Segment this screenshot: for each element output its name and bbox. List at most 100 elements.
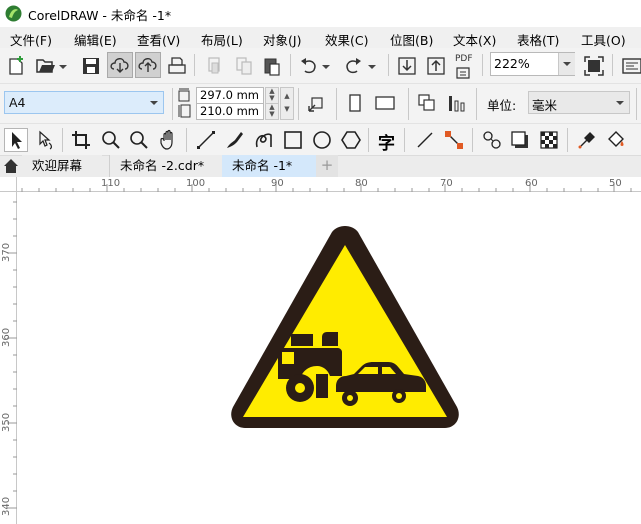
menu-layout[interactable]: 布局(L) <box>201 30 243 49</box>
units-label: 单位: <box>487 98 517 113</box>
ellipse-tool-icon[interactable] <box>311 129 333 151</box>
open-dropdown-icon[interactable] <box>57 55 69 77</box>
publish-pdf-icon[interactable] <box>453 60 475 82</box>
menu-object[interactable]: 对象(J) <box>263 30 301 49</box>
toolbar-separator <box>336 88 337 120</box>
full-screen-preview-icon[interactable] <box>583 55 605 77</box>
toolbar-separator <box>172 88 173 120</box>
paste-icon[interactable] <box>261 55 283 77</box>
page-height-field[interactable]: 210.0 mm <box>196 103 264 120</box>
toolbar-separator <box>482 54 483 76</box>
menu-edit[interactable]: 编辑(E) <box>74 30 117 49</box>
dimension-tool-icon[interactable] <box>414 129 436 151</box>
ruler-label: 340 <box>1 496 12 516</box>
redo-dropdown-icon[interactable] <box>366 55 378 77</box>
menu-table[interactable]: 表格(T) <box>517 30 559 49</box>
open-folder-icon[interactable] <box>35 55 57 77</box>
coreldraw-logo-icon <box>5 5 22 22</box>
transparency-tool-icon[interactable] <box>538 129 560 151</box>
crop-tool-icon[interactable] <box>70 129 92 151</box>
page-size-value: A4 <box>9 95 26 110</box>
zoom-out-tool-icon[interactable] <box>128 129 150 151</box>
page-width-icon <box>178 88 190 102</box>
landscape-orientation-icon[interactable] <box>374 92 396 114</box>
zoom-level-value: 222% <box>494 56 530 71</box>
ruler-label: 90 <box>271 178 284 189</box>
application-launcher-icon[interactable] <box>620 55 641 77</box>
artistic-media-tool-icon[interactable] <box>224 129 246 151</box>
chevron-down-icon <box>563 62 571 66</box>
toolbar-separator <box>298 88 299 120</box>
zoom-tool-icon[interactable] <box>100 129 122 151</box>
connector-tool-icon[interactable] <box>443 129 465 151</box>
menu-file[interactable]: 文件(F) <box>10 30 52 49</box>
warning-sign-drawing[interactable] <box>228 224 462 430</box>
export-icon[interactable] <box>425 55 447 77</box>
text-tool-button[interactable]: 字 <box>378 129 395 154</box>
portrait-orientation-icon[interactable] <box>344 92 366 114</box>
tab-untitled-2[interactable]: 未命名 -2.cdr* <box>109 155 222 177</box>
chevron-down-icon <box>150 101 158 105</box>
width-spinner[interactable]: ▲ ▼ <box>265 87 279 104</box>
ruler-label: 60 <box>525 178 538 189</box>
interactive-fill-tool-icon[interactable] <box>605 129 627 151</box>
undo-dropdown-icon[interactable] <box>320 55 332 77</box>
page-size-spinner[interactable]: ▲ ▼ <box>280 87 294 120</box>
menu-bitmap[interactable]: 位图(B) <box>390 30 433 49</box>
toolbar-separator <box>408 88 409 120</box>
eyedropper-tool-icon[interactable] <box>576 129 598 151</box>
ruler-label: 80 <box>355 178 368 189</box>
shape-tool-icon[interactable] <box>35 129 57 151</box>
page-size-dropdown[interactable] <box>4 91 164 114</box>
polygon-tool-icon[interactable] <box>340 129 362 151</box>
copy-icon[interactable] <box>233 55 255 77</box>
cloud-download-icon[interactable] <box>109 54 131 76</box>
vertical-ruler-ticks <box>7 201 17 509</box>
drop-shadow-tool-icon[interactable] <box>509 129 531 151</box>
menu-tools[interactable]: 工具(O) <box>581 30 626 49</box>
save-icon[interactable] <box>80 55 102 77</box>
zoom-dropdown-button[interactable] <box>558 53 575 75</box>
ruler-label: 70 <box>440 178 453 189</box>
add-tab-button[interactable]: + <box>316 155 338 177</box>
print-icon[interactable] <box>166 55 188 77</box>
current-page-layout-icon[interactable] <box>446 92 468 114</box>
toolbar-separator <box>567 128 568 152</box>
toolbar-separator <box>476 88 477 120</box>
menu-effects[interactable]: 效果(C) <box>325 30 368 49</box>
toolbar-separator <box>194 54 195 76</box>
toolbar-separator <box>62 128 63 152</box>
cloud-upload-icon[interactable] <box>137 54 159 76</box>
ruler-label: 360 <box>1 327 12 347</box>
menu-text[interactable]: 文本(X) <box>453 30 496 49</box>
pan-tool-icon[interactable] <box>158 129 180 151</box>
tab-untitled-1-active[interactable]: 未命名 -1* <box>222 155 316 177</box>
toolbar-separator <box>290 54 291 76</box>
height-spinner[interactable]: ▲ ▼ <box>265 103 279 120</box>
toolbar-separator <box>186 128 187 152</box>
chevron-down-icon <box>616 101 624 105</box>
import-icon[interactable] <box>396 55 418 77</box>
pen-curve-tool-icon[interactable] <box>253 129 275 151</box>
page-width-field[interactable]: 297.0 mm <box>196 87 264 104</box>
transform-to-page-icon[interactable] <box>306 92 328 114</box>
redo-icon[interactable] <box>342 55 364 77</box>
home-icon[interactable] <box>3 158 19 174</box>
freehand-tool-icon[interactable] <box>195 129 217 151</box>
toolbar-separator <box>368 128 369 152</box>
toolbar-separator <box>404 128 405 152</box>
page-height-icon <box>178 104 191 118</box>
menu-view[interactable]: 查看(V) <box>137 30 180 49</box>
pick-tool-icon[interactable] <box>5 129 27 151</box>
new-document-icon[interactable] <box>6 55 28 77</box>
undo-icon[interactable] <box>298 55 320 77</box>
tab-welcome-screen[interactable]: 欢迎屏幕 <box>22 155 102 177</box>
all-pages-layout-icon[interactable] <box>416 92 438 114</box>
ruler-label: 50 <box>609 178 622 189</box>
toolbar-separator <box>612 54 613 76</box>
cut-icon[interactable] <box>204 55 226 77</box>
rectangle-tool-icon[interactable] <box>282 129 304 151</box>
ruler-origin[interactable] <box>0 177 17 192</box>
window-title: CorelDRAW - 未命名 -1* <box>28 8 172 23</box>
blend-tool-icon[interactable] <box>481 129 503 151</box>
